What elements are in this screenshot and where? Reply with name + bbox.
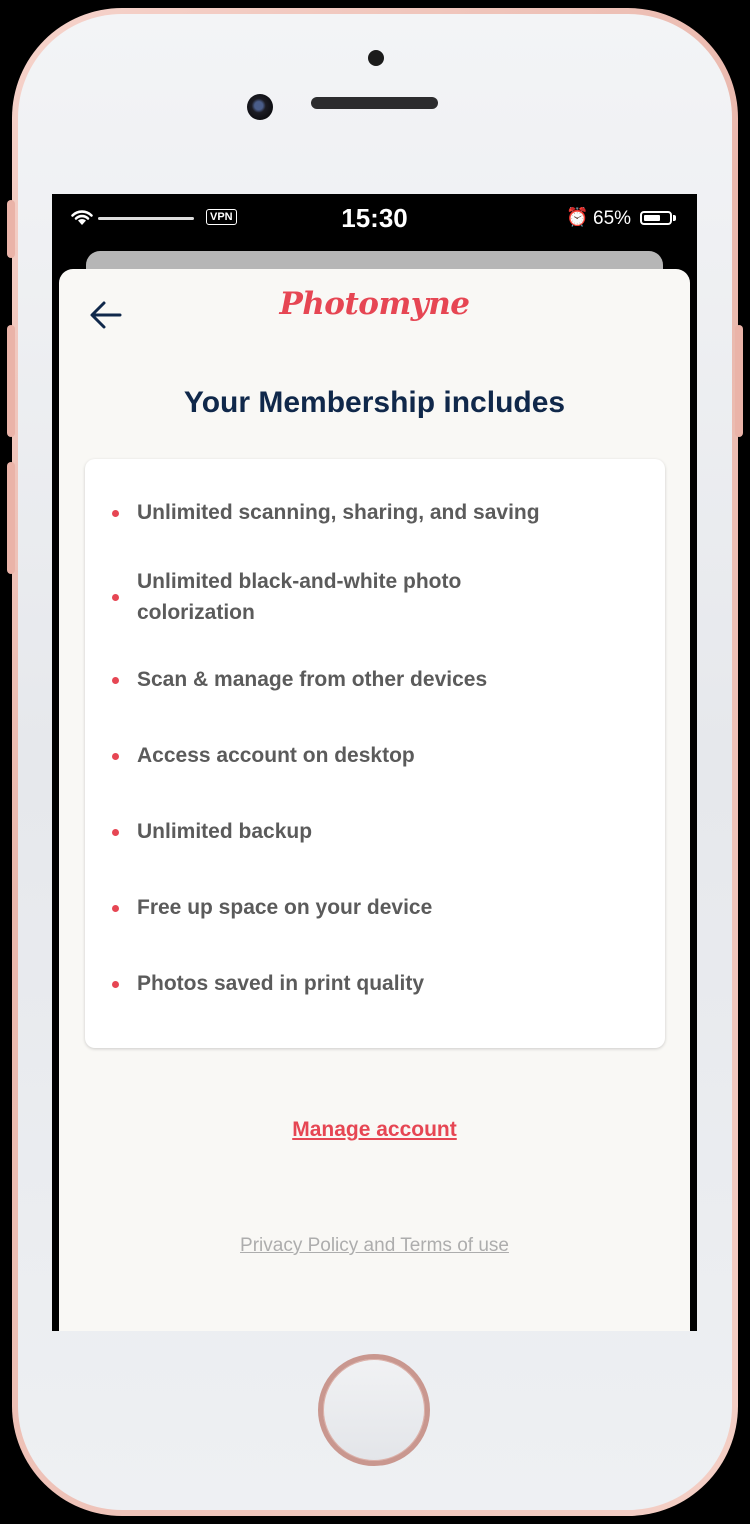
earpiece-speaker	[311, 97, 438, 109]
photomyne-logo: Photomyne	[279, 286, 470, 322]
power-button	[735, 325, 743, 437]
bullet-icon	[112, 677, 119, 684]
mute-switch	[7, 200, 15, 258]
proximity-sensor	[368, 50, 384, 66]
home-button[interactable]	[318, 1354, 430, 1466]
feature-text: Unlimited scanning, sharing, and saving	[137, 501, 540, 524]
bullet-icon	[112, 905, 119, 912]
battery-tip	[673, 215, 676, 221]
page-title: Your Membership includes	[183, 386, 566, 419]
bullet-icon	[112, 510, 119, 517]
bullet-icon	[112, 829, 119, 836]
feature-text: Unlimited black-and-white photo coloriza…	[137, 570, 462, 624]
features-card: Unlimited scanning, sharing, and saving …	[85, 459, 665, 1048]
battery-icon	[640, 211, 672, 225]
membership-sheet: Photomyne Your Membership includes Unlim…	[59, 269, 690, 1331]
feature-text: Scan & manage from other devices	[137, 668, 488, 691]
battery-percent: 65%	[593, 208, 632, 229]
front-camera	[247, 94, 273, 120]
bullet-icon	[112, 594, 119, 601]
privacy-terms-link[interactable]: Privacy Policy and Terms of use	[59, 1235, 690, 1257]
battery-level	[644, 215, 660, 221]
alarm-icon: ⏰	[566, 207, 589, 227]
feature-text: Photos saved in print quality	[137, 972, 425, 995]
volume-up-button	[7, 325, 15, 437]
feature-text: Unlimited backup	[137, 820, 313, 843]
manage-account-link[interactable]: Manage account	[59, 1118, 690, 1142]
phone-screen: VPN 15:30 ⏰ 65% Photomyne Your Membershi…	[52, 194, 697, 1331]
bullet-icon	[112, 753, 119, 760]
feature-text: Access account on desktop	[137, 744, 415, 767]
feature-text: Free up space on your device	[137, 896, 433, 919]
bullet-icon	[112, 981, 119, 988]
volume-down-button	[7, 462, 15, 574]
status-bar: VPN 15:30 ⏰ 65%	[52, 194, 697, 244]
